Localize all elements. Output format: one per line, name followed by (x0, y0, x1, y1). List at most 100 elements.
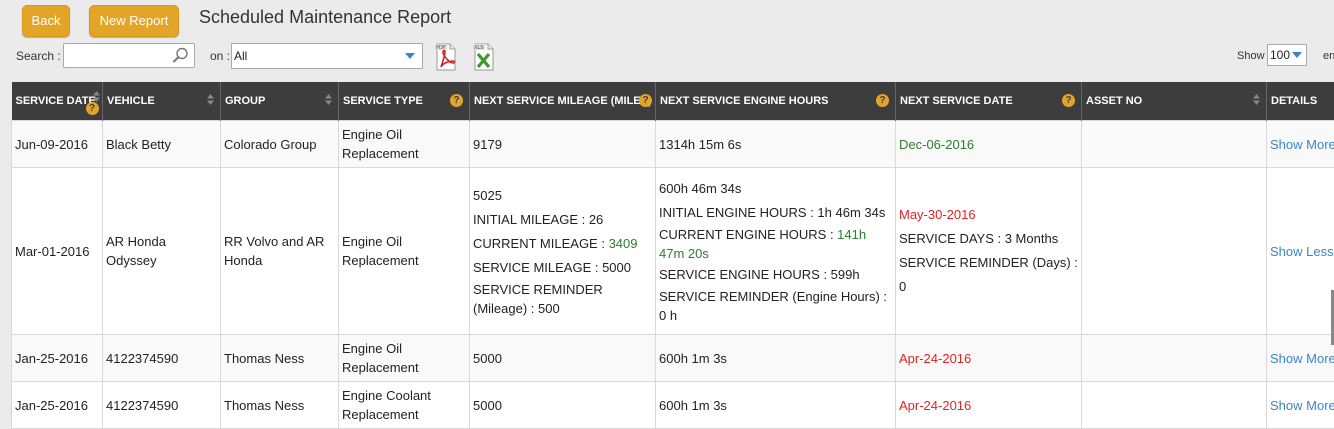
cell-asset (1082, 121, 1267, 168)
service-engine-hours: SERVICE ENGINE HOURS : 599h (659, 263, 892, 287)
entries-select-value: 100 (1270, 48, 1290, 62)
cell-next-date-expanded: May-30-2016 SERVICE DAYS : 3 Months SERV… (896, 168, 1082, 335)
cell-mileage: 5000 (470, 382, 656, 429)
current-engine-hours-label: CURRENT ENGINE HOURS : (659, 227, 837, 242)
on-label: on : (210, 49, 230, 63)
help-icon[interactable]: ? (639, 94, 652, 107)
search-icon[interactable] (172, 47, 189, 64)
service-reminder-engine-hours: SERVICE REMINDER (Engine Hours) : 0 h (659, 287, 892, 325)
col-vehicle-label: VEHICLE (107, 95, 155, 107)
current-mileage: CURRENT MILEAGE : 3409 (473, 232, 652, 256)
cell-mileage-expanded: 5025 INITIAL MILEAGE : 26 CURRENT MILEAG… (470, 168, 656, 335)
cell-mileage: 9179 (470, 121, 656, 168)
xls-icon[interactable]: XLS (473, 43, 495, 71)
help-icon[interactable]: ? (876, 94, 889, 107)
cell-service-date: Mar-01-2016 (12, 168, 103, 335)
engine-hours-value: 600h 46m 34s (659, 177, 892, 201)
maintenance-table: SERVICE DATE ? VEHICLE GROUP SERVICE TYP… (11, 82, 1334, 429)
col-asset-no[interactable]: ASSET NO (1082, 82, 1267, 121)
col-service-date-label: SERVICE DATE (16, 95, 96, 107)
cell-group: Thomas Ness (221, 335, 339, 382)
table-header-row: SERVICE DATE ? VEHICLE GROUP SERVICE TYP… (12, 82, 1334, 121)
col-next-service-mileage[interactable]: NEXT SERVICE MILEAGE (MILES) ? (470, 82, 656, 121)
cell-vehicle: 4122374590 (103, 335, 221, 382)
show-more-link[interactable]: Show More (1267, 335, 1334, 382)
sort-icon[interactable] (93, 91, 100, 102)
service-mileage: SERVICE MILEAGE : 5000 (473, 256, 652, 280)
show-less-link[interactable]: Show Less (1267, 168, 1334, 335)
help-icon[interactable]: ? (86, 102, 99, 115)
current-mileage-label: CURRENT MILEAGE : (473, 236, 609, 251)
cell-group: RR Volvo and AR Honda (221, 168, 339, 335)
cell-service-type: Engine Oil Replacement (339, 121, 470, 168)
show-more-link[interactable]: Show More (1267, 382, 1334, 429)
col-details-label: DETAILS (1271, 95, 1317, 107)
cell-vehicle: Black Betty (103, 121, 221, 168)
col-next-service-engine-hours[interactable]: NEXT SERVICE ENGINE HOURS ? (656, 82, 896, 121)
filter-select[interactable]: All (231, 43, 423, 69)
cell-service-type: Engine Oil Replacement (339, 168, 470, 335)
col-group-label: GROUP (225, 95, 265, 107)
cell-engine-hours: 1314h 15m 6s (656, 121, 896, 168)
cell-service-type: Engine Oil Replacement (339, 335, 470, 382)
cell-service-type: Engine Coolant Replacement (339, 382, 470, 429)
sort-icon[interactable] (1253, 94, 1260, 105)
col-next-service-engine-hours-label: NEXT SERVICE ENGINE HOURS (660, 95, 829, 107)
cell-next-date: Apr-24-2016 (896, 382, 1082, 429)
search-input[interactable] (63, 43, 195, 68)
filter-select-value: All (234, 49, 247, 63)
col-next-service-mileage-label: NEXT SERVICE MILEAGE (MILES) (474, 95, 652, 107)
sort-icon[interactable] (325, 94, 332, 105)
col-group[interactable]: GROUP (221, 82, 339, 121)
service-days: SERVICE DAYS : 3 Months (899, 227, 1078, 251)
col-service-type[interactable]: SERVICE TYPE ? (339, 82, 470, 121)
col-vehicle[interactable]: VEHICLE (103, 82, 221, 121)
table-row: Jan-25-2016 4122374590 Thomas Ness Engin… (12, 335, 1334, 382)
cell-service-date: Jun-09-2016 (12, 121, 103, 168)
table-row: Mar-01-2016 AR Honda Odyssey RR Volvo an… (12, 168, 1334, 335)
chevron-down-icon (405, 53, 415, 59)
cell-service-date: Jan-25-2016 (12, 335, 103, 382)
cell-group: Colorado Group (221, 121, 339, 168)
col-details: DETAILS (1267, 82, 1334, 121)
help-icon[interactable]: ? (1062, 94, 1075, 107)
cell-asset (1082, 382, 1267, 429)
new-report-button[interactable]: New Report (89, 5, 179, 37)
entries-label: entri (1323, 50, 1334, 62)
cell-vehicle: AR Honda Odyssey (103, 168, 221, 335)
current-engine-hours: CURRENT ENGINE HOURS : 141h 47m 20s (659, 225, 892, 263)
col-asset-no-label: ASSET NO (1086, 95, 1142, 107)
cell-group: Thomas Ness (221, 382, 339, 429)
cell-next-date: Dec-06-2016 (896, 121, 1082, 168)
table-row: Jun-09-2016 Black Betty Colorado Group E… (12, 121, 1334, 168)
initial-engine-hours: INITIAL ENGINE HOURS : 1h 46m 34s (659, 201, 892, 225)
service-reminder-days: SERVICE REMINDER (Days) : 0 (899, 251, 1078, 299)
show-more-link[interactable]: Show More (1267, 121, 1334, 168)
cell-asset (1082, 335, 1267, 382)
show-label: Show (1237, 50, 1265, 62)
help-icon[interactable]: ? (450, 94, 463, 107)
next-date-value: May-30-2016 (899, 203, 1078, 227)
col-next-service-date-label: NEXT SERVICE DATE (900, 95, 1013, 107)
cell-vehicle: 4122374590 (103, 382, 221, 429)
cell-engine-hours: 600h 1m 3s (656, 335, 896, 382)
cell-engine-hours: 600h 1m 3s (656, 382, 896, 429)
service-reminder-mileage: SERVICE REMINDER (Mileage) : 500 (473, 280, 652, 318)
cell-service-date: Jan-25-2016 (12, 382, 103, 429)
table-row: Jan-25-2016 4122374590 Thomas Ness Engin… (12, 382, 1334, 429)
pdf-icon[interactable]: PDF (435, 43, 457, 71)
col-next-service-date[interactable]: NEXT SERVICE DATE ? (896, 82, 1082, 121)
page-title: Scheduled Maintenance Report (199, 7, 451, 28)
col-service-date[interactable]: SERVICE DATE ? (12, 82, 103, 121)
search-label: Search : (16, 49, 61, 63)
entries-select[interactable]: 100 (1267, 44, 1307, 66)
cell-mileage: 5000 (470, 335, 656, 382)
cell-next-date: Apr-24-2016 (896, 335, 1082, 382)
current-mileage-value: 3409 (609, 236, 638, 251)
back-button[interactable]: Back (22, 5, 70, 37)
sort-icon[interactable] (207, 94, 214, 105)
mileage-value: 5025 (473, 184, 652, 208)
cell-asset (1082, 168, 1267, 335)
initial-mileage: INITIAL MILEAGE : 26 (473, 208, 652, 232)
col-service-type-label: SERVICE TYPE (343, 95, 423, 107)
